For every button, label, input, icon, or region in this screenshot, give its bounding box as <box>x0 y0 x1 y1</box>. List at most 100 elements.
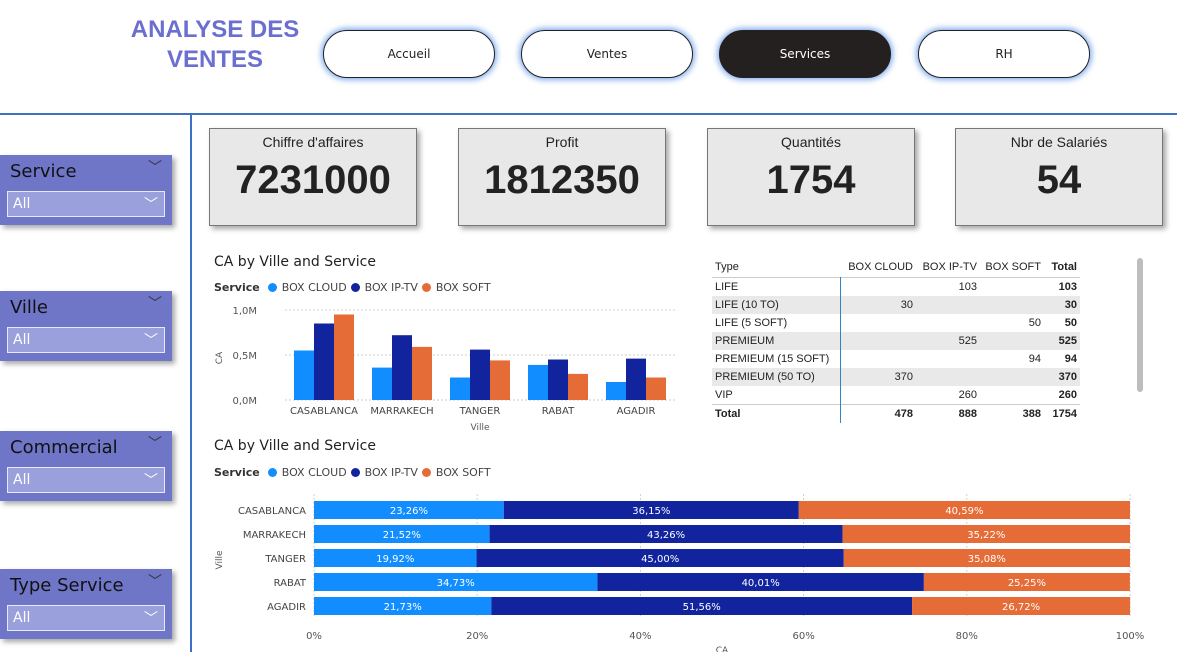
x-tick-label: 20% <box>466 631 488 642</box>
matrix-cell: 888 <box>916 404 980 423</box>
title-line-2: VENTES <box>166 46 264 73</box>
matrix-cell: 260 <box>958 389 977 401</box>
matrix-header[interactable]: Type <box>712 257 840 278</box>
matrix-row-label: LIFE (10 TO) <box>712 296 841 314</box>
slicer-commercial-dropdown[interactable]: All ﹀ <box>7 467 165 493</box>
kpi-label: Chiffre d'affaires <box>262 134 364 150</box>
slicer-ville-label: Ville <box>10 297 48 318</box>
bar <box>372 367 392 400</box>
data-label: 21,73% <box>384 602 422 613</box>
bar-chart-legend: Service BOX CLOUD BOX IP-TV BOX SOFT <box>214 281 491 294</box>
matrix-cell: 94 <box>1064 353 1077 365</box>
x-tick-label: 40% <box>629 631 651 642</box>
matrix-row: LIFE 103 103 <box>712 277 1080 297</box>
slicer-ville: Ville ﹀ All ﹀ <box>0 291 172 361</box>
matrix-cell: 94 <box>1028 353 1041 365</box>
matrix-header[interactable]: Total <box>1044 257 1080 278</box>
x-tick-label: 60% <box>792 631 814 642</box>
matrix-cell <box>916 350 980 368</box>
matrix-cell: 50 <box>1064 317 1077 329</box>
slicer-ville-value: All <box>13 332 31 348</box>
matrix-header[interactable]: BOX IP-TV <box>916 257 980 278</box>
legend-item[interactable]: BOX CLOUD <box>282 281 347 294</box>
header-divider <box>0 113 1177 115</box>
matrix-row: LIFE (10 TO) 30 30 <box>712 296 1080 314</box>
data-label: 35,08% <box>968 554 1006 565</box>
sidebar-divider <box>190 115 192 652</box>
bar <box>606 382 626 400</box>
nav-button-ventes[interactable]: Ventes <box>521 30 693 78</box>
x-tick-label: AGADIR <box>617 406 656 417</box>
nav-button-services[interactable]: Services <box>719 30 891 78</box>
matrix-cell <box>840 386 916 405</box>
matrix-cell: 30 <box>840 296 916 314</box>
y-tick-label: 1,0M <box>232 306 257 317</box>
collapse-chevron-icon[interactable]: ﹀ <box>148 293 162 313</box>
slicer-service: Service ﹀ All ﹀ <box>0 155 172 225</box>
data-label: 40,01% <box>742 578 780 589</box>
matrix-header[interactable]: BOX CLOUD <box>840 257 916 278</box>
matrix-header[interactable]: BOX SOFT <box>980 257 1044 278</box>
y-tick-label: 0,5M <box>232 351 257 362</box>
nav-button-accueil[interactable]: Accueil <box>323 30 495 78</box>
stacked-bar-chart: 0% 20% 40% 60% 80% 100% Ville CA CASABLANCA 23,26… <box>215 494 1144 652</box>
legend-dot-icon <box>350 283 360 292</box>
x-tick-label: 0% <box>306 631 322 642</box>
matrix-cell <box>840 350 916 368</box>
legend-title: Service <box>214 466 260 479</box>
matrix-cell <box>980 278 1044 297</box>
collapse-chevron-icon[interactable]: ﹀ <box>148 433 162 453</box>
matrix-scrollbar[interactable] <box>1137 258 1143 392</box>
legend-item[interactable]: BOX SOFT <box>436 466 491 479</box>
data-label: 34,73% <box>437 578 475 589</box>
kpi-card-profit: Profit 1812350 <box>458 128 666 226</box>
data-label: 25,25% <box>1008 578 1046 589</box>
collapse-chevron-icon[interactable]: ﹀ <box>148 571 162 591</box>
slicer-commercial-label: Commercial <box>10 437 118 458</box>
data-label: 45,00% <box>641 554 679 565</box>
kpi-value: 7231000 <box>235 158 391 202</box>
matrix-cell: 103 <box>958 281 977 293</box>
matrix-row: PREMIEUM (15 SOFT) 94 94 <box>712 350 1080 368</box>
chevron-down-icon: ﹀ <box>144 197 158 213</box>
matrix-cell: 478 <box>840 404 916 423</box>
legend-item[interactable]: BOX CLOUD <box>282 466 347 479</box>
collapse-chevron-icon[interactable]: ﹀ <box>148 157 162 177</box>
matrix-cell: 50 <box>1028 317 1041 329</box>
bar <box>568 373 588 400</box>
slicer-service-dropdown[interactable]: All ﹀ <box>7 191 165 217</box>
matrix-total-row: Total 478 888 388 1754 <box>712 404 1080 423</box>
matrix-table: Type BOX CLOUD BOX IP-TV BOX SOFT Total … <box>712 257 1080 423</box>
nav-button-rh[interactable]: RH <box>918 30 1090 78</box>
matrix-row-label: PREMIEUM (50 TO) <box>712 368 841 386</box>
kpi-value: 54 <box>1036 158 1082 202</box>
y-tick-label: TANGER <box>264 554 306 565</box>
legend-item[interactable]: BOX IP-TV <box>365 281 418 294</box>
clustered-bar-chart: 0,0M 0,5M 1,0M CA CASABLANCA MARRAKECH TANGER R… <box>215 306 675 433</box>
x-tick-label: CASABLANCA <box>290 406 358 417</box>
legend-item[interactable]: BOX SOFT <box>436 281 491 294</box>
x-tick-label: 80% <box>956 631 978 642</box>
matrix-cell: 370 <box>1044 368 1080 386</box>
data-label: 35,22% <box>967 530 1005 541</box>
matrix-cell <box>840 314 916 332</box>
slicer-type-service-label: Type Service <box>10 575 124 596</box>
matrix-cell <box>840 332 916 350</box>
matrix-cell: 388 <box>980 404 1044 423</box>
data-label: 21,52% <box>383 530 421 541</box>
data-label: 43,26% <box>647 530 685 541</box>
matrix-cell: 1754 <box>1044 404 1080 423</box>
slicer-type-service-dropdown[interactable]: All ﹀ <box>7 605 165 631</box>
legend-item[interactable]: BOX IP-TV <box>365 466 418 479</box>
legend-dot-icon <box>421 283 431 292</box>
slicer-type-service: Type Service ﹀ All ﹀ <box>0 569 172 639</box>
bar <box>450 377 470 400</box>
dashboard-title: ANALYSE DES VENTES <box>120 15 310 75</box>
matrix-row-label: PREMIEUM (15 SOFT) <box>712 350 841 368</box>
slicer-ville-dropdown[interactable]: All ﹀ <box>7 327 165 353</box>
matrix-row-label: LIFE (5 SOFT) <box>712 314 841 332</box>
matrix-cell: 525 <box>1044 332 1080 350</box>
y-tick-label: AGADIR <box>267 602 306 613</box>
bar <box>334 314 354 400</box>
legend-dot-icon <box>267 468 277 477</box>
